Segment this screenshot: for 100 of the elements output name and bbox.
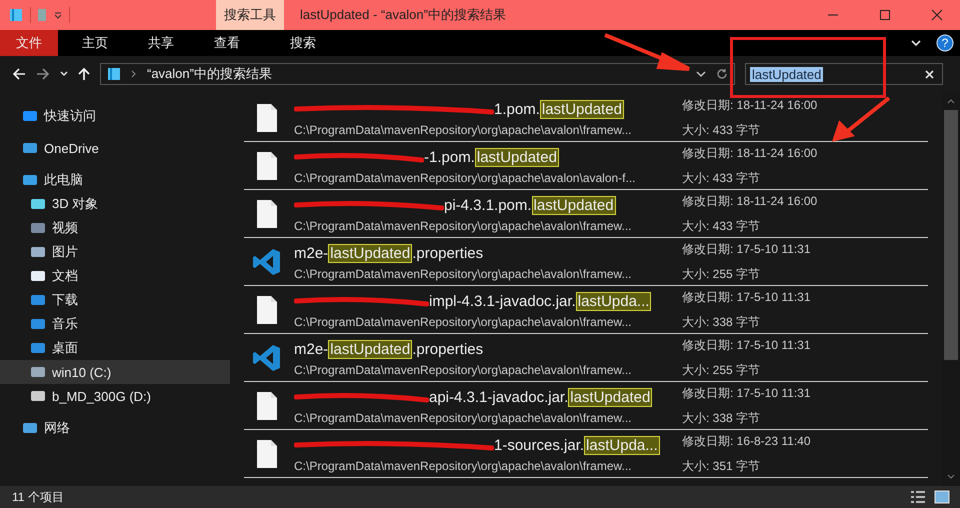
recent-dropdown-icon[interactable] [60,70,68,78]
up-icon[interactable] [78,67,90,81]
sidebar-item-icon [30,388,46,404]
search-match-highlight: lastUpdated [568,388,652,407]
sidebar-item[interactable]: b_MD_300G (D:) [0,384,230,408]
search-match-highlight: lastUpdated [328,340,412,359]
file-path: C:\ProgramData\mavenRepository\org\apache\avalon\framew... [294,218,632,232]
file-size: 大小: 351 字节 [682,458,762,474]
sidebar-item-icon [30,364,46,380]
search-match-highlight: lastUpda... [584,436,660,455]
search-match-highlight: lastUpdated [328,244,412,263]
result-row[interactable]: -1.pom.lastUpdated C:\ProgramData\mavenRepository\org\apache\avalon\avalon-f... 修改日期: 18-11-24 16:00 大小: 433 字节 [244,142,928,190]
sidebar-item[interactable]: win10 (C:) [0,360,230,384]
file-name[interactable]: api-4.3.1-javadoc.jar. [429,389,568,406]
result-row[interactable]: 1-sources.jar.lastUpda... C:\ProgramData\mavenRepository\org\apache\avalon\framew... 修改日期: 16-8-23 11:40 大小: 351 字节 [244,430,928,478]
sidebar-item-icon [30,244,46,260]
search-field[interactable]: lastUpdated [745,63,943,85]
modified-date: 修改日期: 17-5-10 11:31 [682,240,811,258]
refresh-icon[interactable] [716,68,728,80]
search-match-highlight: lastUpdated [474,148,559,167]
dropdown-icon[interactable] [53,10,63,20]
modified-date: 修改日期: 18-11-24 16:00 [682,192,818,210]
file-name[interactable]: .properties [412,341,484,358]
sidebar-item-icon [22,420,38,436]
sidebar-item[interactable]: OneDrive [0,136,230,160]
file-name[interactable]: .properties [412,245,484,262]
context-tab-header: 搜索工具 [216,0,284,30]
scroll-down-icon[interactable] [947,474,955,480]
file-path: C:\ProgramData\mavenRepository\org\apache\avalon\framew... [294,362,632,376]
file-name[interactable]: m2e- [294,245,328,262]
file-name[interactable]: 1.pom. [494,101,540,118]
annotation-arrow [832,96,892,142]
back-icon[interactable] [12,67,26,81]
sidebar-item-icon [30,220,46,236]
file-name[interactable]: impl-4.3.1-javadoc.jar. [429,293,576,310]
ribbon-tab[interactable]: 查看 [198,30,256,56]
result-row[interactable]: m2e-lastUpdated.properties C:\ProgramData\mavenRepository\org\apache\avalon\framew... 修改日期: 17-5-10 11:31 大小: 255 字节 [244,238,928,286]
file-name[interactable]: 1-sources.jar. [494,437,584,454]
large-icons-view-icon[interactable] [934,490,950,504]
sidebar-item-icon [22,140,38,156]
result-row[interactable]: impl-4.3.1-javadoc.jar.lastUpda... C:\ProgramData\mavenRepository\org\apache\avalon\framew... 修改日期: 17-5-10 11:31 大小: 338 字节 [244,286,928,334]
clear-icon[interactable] [925,70,934,78]
file-size: 大小: 255 字节 [682,362,762,378]
help-icon[interactable]: ? [936,34,954,52]
folder-icon [107,67,121,81]
sidebar-item-icon [30,268,46,284]
modified-date: 修改日期: 16-8-23 11:40 [682,432,811,450]
chevron-icon [131,70,137,78]
sidebar-item[interactable]: 下载 [0,288,230,312]
sidebar-item-icon [30,340,46,356]
item-count: 11 个项目 [12,488,64,506]
file-size: 大小: 433 字节 [682,170,762,186]
sidebar-item[interactable]: 图片 [0,240,230,264]
result-row[interactable]: m2e-lastUpdated.properties C:\ProgramData\mavenRepository\org\apache\avalon\framew... 修改日期: 17-5-10 11:31 大小: 255 字节 [244,334,928,382]
details-view-icon[interactable] [910,490,926,504]
result-row[interactable]: api-4.3.1-javadoc.jar.lastUpdated C:\ProgramData\mavenRepository\org\apache\avalon\framew... 修改日期: 17-5-10 11:31 大小: 338 字节 [244,382,928,430]
search-match-highlight: lastUpda... [576,292,652,311]
modified-date: 修改日期: 17-5-10 11:31 [682,288,811,306]
file-path: C:\ProgramData\mavenRepository\org\apache\avalon\framew... [294,458,632,472]
file-name[interactable]: m2e- [294,341,328,358]
ribbon-tab[interactable]: 共享 [132,30,190,56]
scroll-up-icon[interactable] [947,98,955,104]
sidebar-item[interactable]: 视频 [0,216,230,240]
sidebar-item-icon [30,196,46,212]
file-size: 大小: 433 字节 [682,218,762,234]
sidebar-item[interactable]: 快速访问 [0,104,230,128]
file-size: 大小: 255 字节 [682,266,762,282]
sidebar-item-icon [22,172,38,188]
ribbon-tab[interactable]: 主页 [66,30,124,56]
sidebar-item-icon [30,292,46,308]
result-row[interactable]: pi-4.3.1.pom.lastUpdated C:\ProgramData\mavenRepository\org\apache\avalon\framew... 修改日期: 18-11-24 16:00 大小: 433 字节 [244,190,928,238]
file-tab[interactable]: 文件 [0,30,58,56]
file-path: C:\ProgramData\mavenRepository\org\apache\avalon\framew... [294,314,632,328]
sidebar-item[interactable]: 桌面 [0,336,230,360]
search-match-highlight: lastUpdated [540,100,624,119]
file-name[interactable]: pi-4.3.1.pom. [444,197,532,214]
sidebar-item[interactable]: 文档 [0,264,230,288]
file-path: C:\ProgramData\mavenRepository\org\apache\avalon\avalon-f... [294,170,637,184]
modified-date: 修改日期: 17-5-10 11:31 [682,336,811,354]
folder-app-icon [8,7,24,23]
modified-date: 修改日期: 17-5-10 11:31 [682,384,811,402]
modified-date: 修改日期: 18-11-24 16:00 [682,96,818,114]
file-name[interactable]: -1.pom. [424,149,475,166]
file-path: C:\ProgramData\mavenRepository\org\apache\avalon\framew... [294,122,632,136]
file-size: 大小: 338 字节 [682,314,762,330]
address-field[interactable]: “avalon”中的搜索结果 [100,63,735,85]
close-icon [931,9,943,21]
sidebar-item-icon [22,108,38,124]
sidebar-item[interactable]: 音乐 [0,312,230,336]
sidebar-item[interactable]: 网络 [0,416,230,440]
file-size: 大小: 338 字节 [682,410,762,426]
sidebar-item[interactable]: 3D 对象 [0,192,230,216]
file-size: 大小: 433 字节 [682,122,762,138]
file-path: C:\ProgramData\mavenRepository\org\apache\avalon\framew... [294,410,632,424]
search-match-highlight: lastUpdated [532,196,616,215]
dropdown-icon[interactable] [696,70,706,78]
sidebar-item[interactable]: 此电脑 [0,168,230,192]
sidebar-item-icon [30,316,46,332]
ribbon-tab[interactable]: 搜索 [270,30,336,56]
forward-icon[interactable] [36,67,50,81]
